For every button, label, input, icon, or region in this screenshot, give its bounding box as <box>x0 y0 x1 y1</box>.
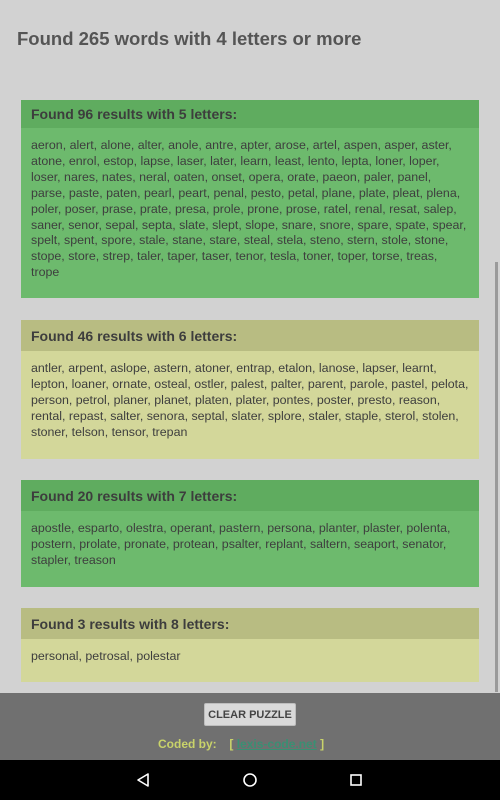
section-title: Found 20 results with 7 letters: <box>21 480 479 511</box>
section-title: Found 46 results with 6 letters: <box>21 320 479 351</box>
section-title: Found 96 results with 5 letters: <box>21 100 479 128</box>
credit-prefix: Coded by: <box>158 737 217 751</box>
results-scroll-area[interactable]: Found 265 words with 4 letters or more F… <box>0 0 500 693</box>
word-list: apostle, esparto, olestra, operant, past… <box>21 511 479 587</box>
word-list: aeron, alert, alone, alter, anole, antre… <box>21 128 479 298</box>
bracket-close: ] <box>320 737 325 751</box>
home-icon[interactable] <box>240 770 260 790</box>
results-section-5-letters: Found 96 results with 5 letters: aeron, … <box>21 100 479 298</box>
page-title: Found 265 words with 4 letters or more <box>17 28 362 49</box>
results-section-8-letters: Found 3 results with 8 letters: personal… <box>21 608 479 682</box>
word-list: personal, petrosal, polestar <box>21 639 479 682</box>
credit-line: Coded by: [ lexis-code.net ] <box>158 737 324 751</box>
author-link[interactable]: lexis-code.net <box>237 737 317 751</box>
scrollbar[interactable] <box>495 262 498 692</box>
section-title: Found 3 results with 8 letters: <box>21 608 479 639</box>
back-icon[interactable] <box>133 770 153 790</box>
word-list: antler, arpent, aslope, astern, atoner, … <box>21 351 479 459</box>
clear-puzzle-button[interactable]: CLEAR PUZZLE <box>204 703 296 726</box>
recents-icon[interactable] <box>346 770 366 790</box>
results-section-6-letters: Found 46 results with 6 letters: antler,… <box>21 320 479 459</box>
results-section-7-letters: Found 20 results with 7 letters: apostle… <box>21 480 479 587</box>
bracket-open: [ <box>229 737 234 751</box>
system-navigation-bar <box>0 760 500 800</box>
